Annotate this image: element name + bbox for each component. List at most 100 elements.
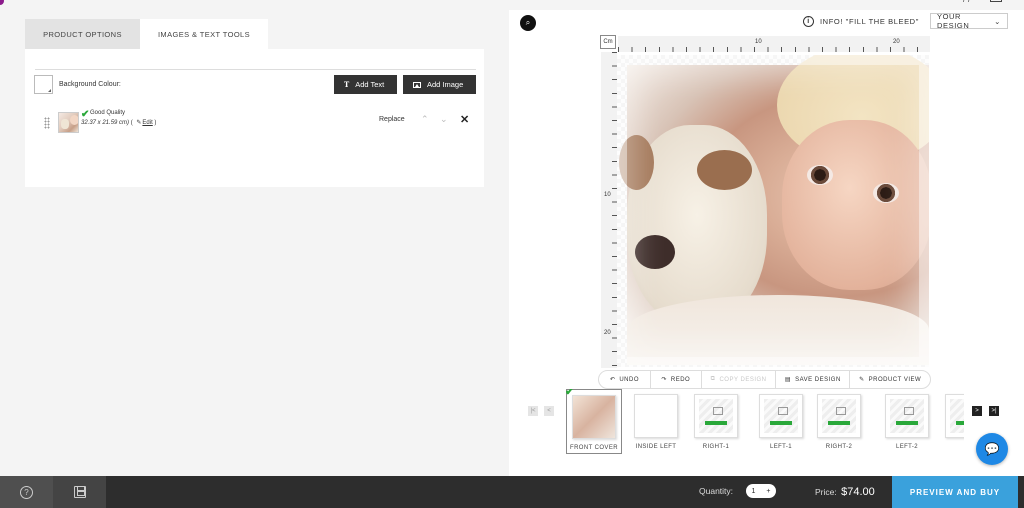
ruler-left-tick: 20 xyxy=(604,330,611,336)
replace-image-button[interactable]: Replace xyxy=(379,116,405,123)
redo-label: REDO xyxy=(670,376,691,383)
text-icon: T xyxy=(344,80,350,89)
price-label: Price: xyxy=(815,487,837,497)
dims-open-paren: ( xyxy=(130,120,133,126)
tab-product-options[interactable]: PRODUCT OPTIONS xyxy=(25,19,140,49)
move-down-icon[interactable]: ⌄ xyxy=(440,114,448,125)
zoom-icon[interactable]: ⌕ xyxy=(520,15,536,31)
page-label: LEFT-1 xyxy=(769,444,793,450)
next-page-button[interactable]: > xyxy=(972,406,982,416)
page-preview xyxy=(694,394,738,438)
move-up-icon[interactable]: ⌃ xyxy=(421,114,429,125)
prev-page-button[interactable]: < xyxy=(544,406,554,416)
add-image-button[interactable]: Add Image xyxy=(403,75,476,94)
quality-label: Good Quality xyxy=(90,110,126,116)
tool-tabs: PRODUCT OPTIONS IMAGES & TEXT TOOLS xyxy=(25,19,268,49)
last-page-button[interactable]: >| xyxy=(989,406,999,416)
page-label: INSIDE LEFT xyxy=(635,444,677,450)
edit-image-link[interactable]: Edit xyxy=(142,120,152,126)
ruler-top xyxy=(618,36,930,52)
pencil-icon: ✎ xyxy=(136,120,142,126)
page-thumb-right-1[interactable]: RIGHT-1 xyxy=(694,389,738,450)
save-disk-icon xyxy=(73,486,86,498)
canvas-action-bar: ↶ UNDO ↷ REDO ⧉ COPY DESIGN ▤ SAVE DESIG… xyxy=(598,370,931,389)
page-thumb-inside-left[interactable]: INSIDE LEFT xyxy=(634,389,678,450)
design-select[interactable]: YOUR DESIGN ⌄ xyxy=(930,12,1008,30)
undo-label: UNDO xyxy=(619,376,640,383)
page-preview xyxy=(634,394,678,438)
page-preview xyxy=(759,394,803,438)
page-thumb-left-1[interactable]: LEFT-1 xyxy=(759,389,803,450)
copy-design-label: COPY DESIGN xyxy=(719,376,767,383)
page-label: FRONT COVER xyxy=(570,445,618,451)
chat-icon[interactable]: 💬 xyxy=(976,433,1008,465)
page-label: RIGHT-2 xyxy=(825,444,853,450)
ruler-unit[interactable]: Cm xyxy=(600,35,616,49)
save-design-button[interactable]: ▤ SAVE DESIGN xyxy=(776,371,851,388)
background-colour-swatch[interactable] xyxy=(34,75,53,94)
preview-and-buy-button[interactable]: PREVIEW AND BUY xyxy=(892,476,1018,508)
top-cart-icon[interactable] xyxy=(990,0,1002,2)
quantity-label: Quantity: xyxy=(699,486,734,496)
editor-panel: ⌕ i INFO! "FILL THE BLEED" YOUR DESIGN ⌄… xyxy=(509,10,1024,476)
page-preview xyxy=(945,394,964,438)
page-preview xyxy=(817,394,861,438)
copy-icon: ⧉ xyxy=(710,376,716,382)
images-text-card: Background Colour: T Add Text Add Image … xyxy=(25,49,484,187)
ruler-left xyxy=(601,52,617,368)
save-design-label: SAVE DESIGN xyxy=(795,376,841,383)
dimensions-text: 32.37 x 21.59 cm) xyxy=(81,120,130,126)
undo-button[interactable]: ↶ UNDO xyxy=(599,371,651,388)
copy-design-button[interactable]: ⧉ COPY DESIGN xyxy=(702,371,777,388)
page-thumb-right-3[interactable]: RI xyxy=(945,389,964,450)
add-image-label: Add Image xyxy=(427,80,464,89)
save-button[interactable] xyxy=(53,476,106,508)
bottom-bar: ? Quantity: 1 + Price: $74.00 PREVIEW AN… xyxy=(0,476,1024,508)
info-icon: i xyxy=(803,16,814,27)
cover-photo[interactable] xyxy=(619,55,929,365)
product-view-label: PRODUCT VIEW xyxy=(868,376,922,383)
top-strip: / / xyxy=(0,0,1024,10)
image-icon xyxy=(413,81,421,88)
page-thumb-right-2[interactable]: RIGHT-2 xyxy=(817,389,861,450)
page-label: RIGHT-1 xyxy=(702,444,730,450)
price: Price: $74.00 xyxy=(815,486,875,498)
first-page-button[interactable]: |< xyxy=(528,406,538,416)
tab-images-text-tools[interactable]: IMAGES & TEXT TOOLS xyxy=(140,19,268,49)
info-text: INFO! "FILL THE BLEED" xyxy=(820,17,919,26)
help-icon: ? xyxy=(20,485,33,499)
top-menu-glyph[interactable]: / / xyxy=(963,0,971,4)
image-dimensions: 32.37 x 21.59 cm) ( ✎Edit ) xyxy=(81,119,156,126)
redo-button[interactable]: ↷ REDO xyxy=(651,371,702,388)
divider xyxy=(35,69,476,70)
ruler-left-tick: 10 xyxy=(604,192,611,198)
page-thumb-front-cover[interactable]: ✔ FRONT COVER xyxy=(565,389,622,454)
redo-icon: ↷ xyxy=(661,377,667,383)
ruler-top-tick: 20 xyxy=(893,39,900,45)
remove-image-icon[interactable]: ✕ xyxy=(460,113,469,126)
product-view-button[interactable]: ✎ PRODUCT VIEW xyxy=(850,371,930,388)
fill-the-bleed-info[interactable]: i INFO! "FILL THE BLEED" xyxy=(803,16,919,27)
chevron-down-icon: ⌄ xyxy=(994,16,1001,26)
background-colour-label: Background Colour: xyxy=(59,81,121,88)
left-panel: PRODUCT OPTIONS IMAGES & TEXT TOOLS Back… xyxy=(0,10,509,476)
image-list-item: ✔ Good Quality 32.37 x 21.59 cm) ( ✎Edit… xyxy=(44,109,474,136)
quantity-plus-button[interactable]: + xyxy=(766,488,770,495)
image-thumbnail xyxy=(58,112,79,133)
design-canvas[interactable] xyxy=(617,55,929,367)
design-select-value: YOUR DESIGN xyxy=(937,12,970,30)
add-text-button[interactable]: T Add Text xyxy=(334,75,397,94)
save-icon: ▤ xyxy=(784,377,792,383)
quantity-value: 1 xyxy=(751,487,756,495)
page-thumbnails: ✔ FRONT COVER INSIDE LEFT RIGHT-1 LEFT-1… xyxy=(564,389,964,459)
quantity-stepper[interactable]: 1 + xyxy=(746,484,776,498)
undo-icon: ↶ xyxy=(609,377,616,383)
drag-handle-icon[interactable] xyxy=(44,117,50,129)
ruler-top-tick: 10 xyxy=(755,39,762,45)
page-label: RI xyxy=(945,444,965,450)
help-button[interactable]: ? xyxy=(0,476,53,508)
page-thumb-left-2[interactable]: LEFT-2 xyxy=(885,389,929,450)
page-preview xyxy=(571,395,616,439)
pencil-icon: ✎ xyxy=(859,377,865,383)
dims-close-paren: ) xyxy=(154,120,157,126)
